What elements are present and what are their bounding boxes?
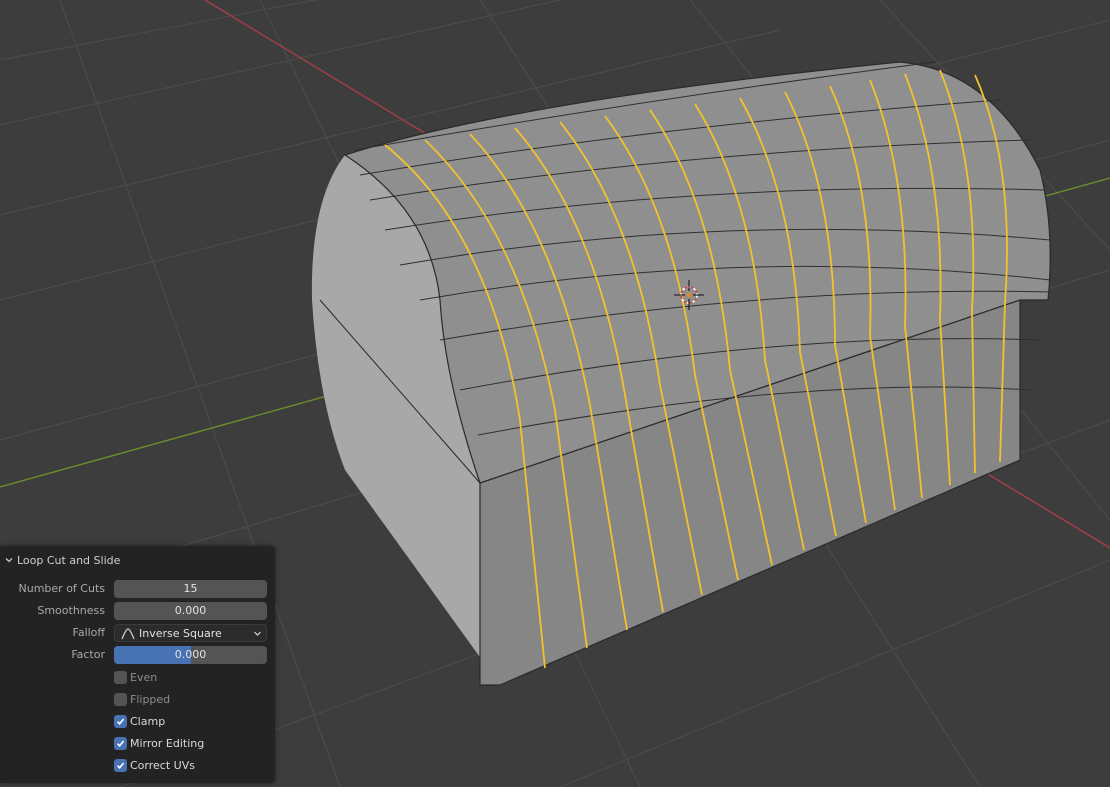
smoothness-value: 0.000 [174,604,207,617]
chevron-down-icon [254,631,261,636]
mirror-editing-label: Mirror Editing [130,736,205,750]
number-of-cuts-row: Number of Cuts 15 [0,580,275,598]
factor-value: 0.000 [174,648,207,661]
checkbox-empty-icon [114,670,127,684]
panel-title: Loop Cut and Slide [17,553,121,567]
panel-header[interactable]: Loop Cut and Slide [4,552,120,568]
clamp-label: Clamp [130,714,166,728]
checkbox-empty-icon [114,692,127,706]
smoothness-label: Smoothness [37,604,105,617]
checkmark-icon [114,758,127,772]
operator-redo-panel: Loop Cut and Slide Number of Cuts 15 Smo… [0,546,275,783]
smoothness-row: Smoothness 0.000 [0,602,275,620]
falloff-row: Falloff Inverse Square [0,624,275,642]
number-of-cuts-field[interactable]: 15 [114,580,267,598]
flipped-checkbox[interactable]: Flipped [114,691,170,707]
falloff-label: Falloff [72,626,105,639]
smoothness-field[interactable]: 0.000 [114,602,267,620]
number-of-cuts-value: 15 [183,582,198,595]
falloff-dropdown[interactable]: Inverse Square [114,624,267,642]
chevron-down-icon [5,558,13,563]
correct-uvs-checkbox[interactable]: Correct UVs [114,757,195,773]
factor-row: Factor 0.000 [0,646,275,664]
mesh-object[interactable] [311,61,1051,686]
clamp-checkbox[interactable]: Clamp [114,713,165,729]
even-checkbox[interactable]: Even [114,669,157,685]
falloff-value: Inverse Square [139,627,222,640]
factor-slider[interactable]: 0.000 [114,646,267,664]
flipped-label: Flipped [130,692,171,706]
factor-label: Factor [71,648,105,661]
inverse-square-curve-icon [121,628,135,640]
checkmark-icon [114,714,127,728]
even-label: Even [130,670,158,684]
number-of-cuts-label: Number of Cuts [18,582,105,595]
mirror-editing-checkbox[interactable]: Mirror Editing [114,735,204,751]
correct-uvs-label: Correct UVs [130,758,195,772]
checkmark-icon [114,736,127,750]
